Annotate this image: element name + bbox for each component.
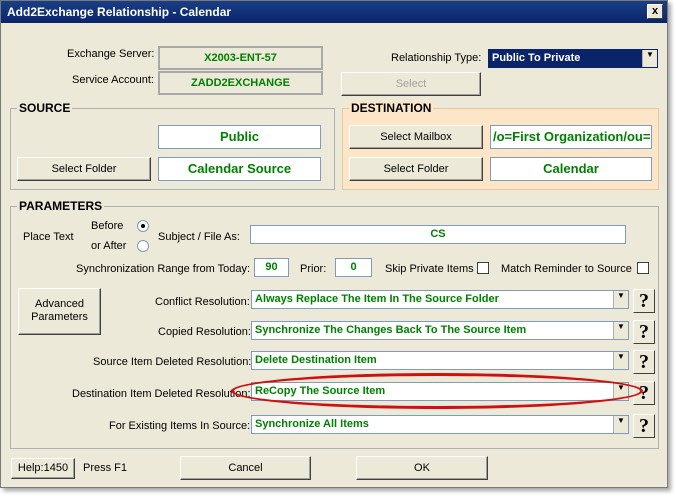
destination-select-folder-button[interactable]: Select Folder — [349, 157, 483, 181]
exchange-server-label: Exchange Server: — [67, 48, 155, 60]
relationship-dialog: Add2Exchange Relationship - Calendar x E… — [0, 0, 668, 488]
help-icon[interactable]: ? — [633, 350, 655, 374]
conflict-resolution-select[interactable]: Always Replace The Item In The Source Fo… — [251, 290, 629, 309]
skip-private-label: Skip Private Items — [385, 263, 474, 275]
subject-input[interactable]: CS — [250, 225, 626, 244]
relationship-type-label: Relationship Type: — [391, 52, 482, 64]
select-mailbox-button[interactable]: Select Mailbox — [349, 125, 483, 149]
match-reminder-checkbox[interactable] — [637, 262, 649, 274]
chevron-down-icon[interactable]: ▼ — [613, 322, 628, 339]
before-label: Before — [91, 220, 124, 232]
conflict-resolution-label: Conflict Resolution: — [155, 296, 250, 308]
title-bar: Add2Exchange Relationship - Calendar x — [1, 1, 667, 23]
or-after-label: or After — [91, 240, 127, 252]
source-folder-field[interactable]: Calendar Source — [158, 157, 321, 181]
cancel-button[interactable]: Cancel — [180, 456, 311, 480]
close-icon[interactable]: x — [647, 4, 663, 19]
destination-deleted-value: ReCopy The Source Item — [255, 385, 386, 397]
parameters-label: Parameters — [31, 311, 88, 323]
source-mailbox-field[interactable]: Public — [158, 125, 321, 149]
relationship-type-select[interactable]: Public To Private ▼ — [488, 49, 658, 68]
destination-folder-field[interactable]: Calendar — [490, 157, 652, 181]
destination-deleted-select[interactable]: ReCopy The Source Item ▼ — [251, 382, 629, 401]
prior-label: Prior: — [300, 263, 327, 275]
subject-label: Subject / File As: — [158, 231, 240, 243]
chevron-down-icon[interactable]: ▼ — [613, 383, 628, 400]
existing-items-select[interactable]: Synchronize All Items ▼ — [251, 415, 629, 434]
copied-resolution-value: Synchronize The Changes Back To The Sour… — [255, 324, 527, 336]
source-title: SOURCE — [17, 101, 73, 115]
skip-private-checkbox[interactable] — [477, 262, 489, 274]
relationship-type-value: Public To Private — [492, 52, 581, 64]
existing-items-label: For Existing Items In Source: — [109, 420, 251, 432]
destination-deleted-label: Destination Item Deleted Resolution: — [72, 388, 251, 400]
exchange-server-field: X2003-ENT-57 — [158, 46, 323, 70]
place-text-label: Place Text — [23, 231, 74, 243]
prior-input[interactable]: 0 — [335, 258, 372, 277]
match-reminder-label: Match Reminder to Source — [501, 263, 632, 275]
source-deleted-select[interactable]: Delete Destination Item ▼ — [251, 351, 629, 370]
chevron-down-icon[interactable]: ▼ — [642, 50, 657, 67]
service-account-field: ZADD2EXCHANGE — [158, 71, 323, 95]
copied-resolution-select[interactable]: Synchronize The Changes Back To The Sour… — [251, 321, 629, 340]
source-deleted-label: Source Item Deleted Resolution: — [93, 356, 252, 368]
source-select-folder-button[interactable]: Select Folder — [17, 157, 151, 181]
advanced-label: Advanced — [35, 298, 84, 310]
help-button[interactable]: Help:1450 — [11, 458, 75, 479]
help-icon[interactable]: ? — [633, 289, 655, 313]
sync-range-input[interactable]: 90 — [254, 258, 289, 277]
window-title: Add2Exchange Relationship - Calendar — [7, 5, 232, 19]
help-icon[interactable]: ? — [633, 414, 655, 438]
source-deleted-value: Delete Destination Item — [255, 354, 377, 366]
before-radio[interactable] — [137, 220, 149, 232]
help-icon[interactable]: ? — [633, 320, 655, 344]
conflict-resolution-value: Always Replace The Item In The Source Fo… — [255, 293, 499, 305]
service-account-label: Service Account: — [72, 74, 154, 86]
chevron-down-icon[interactable]: ▼ — [613, 416, 628, 433]
chevron-down-icon[interactable]: ▼ — [613, 352, 628, 369]
help-icon[interactable]: ? — [633, 381, 655, 405]
select-relationship-button[interactable]: Select — [341, 72, 481, 96]
sync-range-label: Synchronization Range from Today: — [76, 263, 251, 275]
destination-mailbox-field[interactable]: /o=First Organization/ou= — [490, 125, 652, 149]
copied-resolution-label: Copied Resolution: — [158, 326, 251, 338]
advanced-parameters-button[interactable]: Advanced Parameters — [18, 288, 101, 335]
ok-button[interactable]: OK — [356, 456, 488, 480]
after-radio[interactable] — [137, 240, 149, 252]
existing-items-value: Synchronize All Items — [255, 418, 369, 430]
parameters-title: PARAMETERS — [17, 199, 105, 213]
destination-title: DESTINATION — [349, 101, 434, 115]
press-f1-label: Press F1 — [83, 462, 128, 474]
chevron-down-icon[interactable]: ▼ — [613, 291, 628, 308]
